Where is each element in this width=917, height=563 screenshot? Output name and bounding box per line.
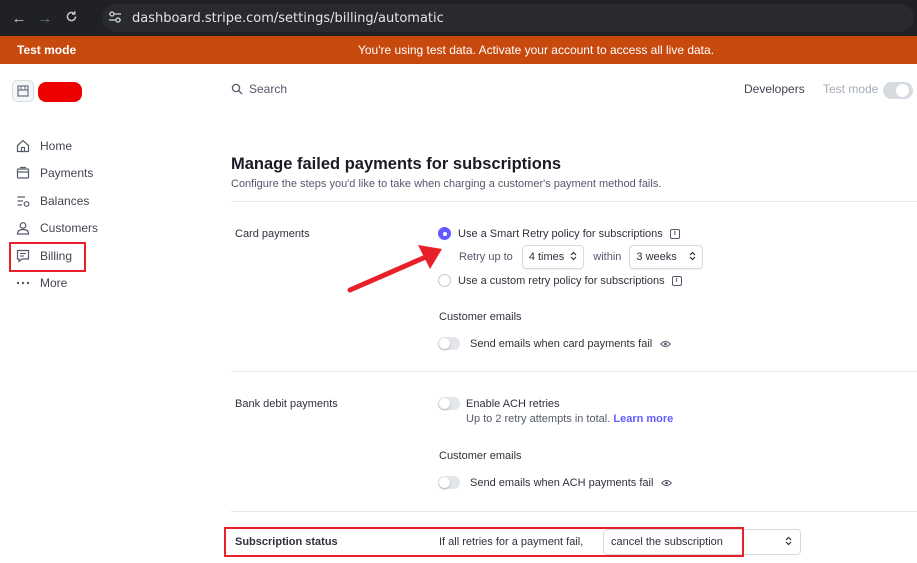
- account-name-redacted[interactable]: [38, 82, 82, 102]
- ach-emails-toggle[interactable]: [438, 476, 460, 489]
- card-emails-toggle-row[interactable]: Send emails when card payments fail: [438, 337, 672, 350]
- card-emails-toggle[interactable]: [438, 337, 460, 350]
- browser-toolbar: ← → dashboard.stripe.com/settings/billin…: [0, 0, 917, 36]
- chevron-glyph: [689, 251, 696, 261]
- info-icon[interactable]: i: [671, 275, 682, 286]
- custom-retry-option[interactable]: Use a custom retry policy for subscripti…: [438, 274, 682, 287]
- search-icon: [231, 83, 243, 95]
- sidebar-item-more[interactable]: More: [16, 273, 67, 293]
- sidebar-item-label: Payments: [40, 166, 94, 180]
- card-payments-label: Card payments: [235, 228, 310, 240]
- eye-icon[interactable]: [660, 340, 672, 348]
- store-glyph: [17, 85, 29, 97]
- info-icon[interactable]: i: [669, 228, 680, 239]
- test-mode-message: You're using test data. Activate your ac…: [357, 43, 715, 57]
- payments-icon: [16, 166, 30, 179]
- sidebar-item-label: Home: [40, 139, 73, 153]
- sidebar-item-label: More: [40, 276, 68, 290]
- more-dots-icon: [16, 281, 30, 285]
- sidebar-item-home[interactable]: Home: [16, 136, 72, 156]
- retry-times-value: 4 times: [528, 251, 565, 263]
- status-highlight-box: [224, 527, 744, 557]
- developers-link[interactable]: Developers: [744, 82, 805, 96]
- section-divider: [231, 371, 917, 372]
- card-customer-emails-label: Customer emails: [439, 311, 522, 323]
- sidebar: Home Payments Balances Customers Billing…: [0, 64, 200, 563]
- sidebar-item-label: Balances: [40, 194, 90, 208]
- card-emails-label: Send emails when card payments fail: [470, 337, 653, 350]
- chevron-up-down-icon: [785, 536, 792, 548]
- customers-icon: [16, 222, 30, 235]
- test-mode-toggle[interactable]: [883, 82, 913, 99]
- sidebar-item-balances[interactable]: Balances: [16, 191, 89, 211]
- section-divider: [231, 201, 917, 202]
- sidebar-item-payments[interactable]: Payments: [16, 163, 93, 183]
- smart-retry-option[interactable]: Use a Smart Retry policy for subscriptio…: [438, 227, 680, 240]
- bank-customer-emails-label: Customer emails: [439, 450, 522, 462]
- ach-retries-label: Enable ACH retries: [466, 397, 560, 410]
- retry-row: Retry up to 4 times within 3 weeks: [459, 245, 703, 269]
- retry-times-select[interactable]: 4 times: [521, 245, 585, 269]
- page-title: Manage failed payments for subscriptions: [231, 155, 562, 173]
- back-arrow-icon[interactable]: ←: [6, 10, 32, 27]
- tune-glyph: [109, 11, 121, 23]
- url-text[interactable]: dashboard.stripe.com/settings/billing/au…: [132, 11, 444, 26]
- page-subtitle: Configure the steps you'd like to take w…: [231, 178, 662, 190]
- chevron-up-down-icon: [570, 251, 577, 263]
- smart-retry-label: Use a Smart Retry policy for subscriptio…: [458, 227, 663, 240]
- bank-debit-label: Bank debit payments: [235, 398, 338, 410]
- retry-window-value: 3 weeks: [636, 251, 677, 263]
- site-settings-icon[interactable]: [108, 11, 124, 25]
- chevron-up-down-icon: [689, 251, 696, 263]
- ach-retries-toggle[interactable]: [438, 397, 460, 410]
- address-bar[interactable]: dashboard.stripe.com/settings/billing/au…: [102, 4, 914, 32]
- sidebar-item-customers[interactable]: Customers: [16, 218, 98, 238]
- home-icon: [16, 139, 30, 153]
- ach-helper-text: Up to 2 retry attempts in total. Learn m…: [466, 413, 673, 425]
- eye-icon[interactable]: [661, 479, 673, 487]
- ach-emails-toggle-row[interactable]: Send emails when ACH payments fail: [438, 476, 673, 489]
- account-store-icon[interactable]: [12, 80, 34, 102]
- billing-highlight-box: [9, 242, 86, 272]
- balances-icon: [17, 196, 30, 207]
- forward-arrow-icon[interactable]: →: [32, 10, 58, 27]
- sidebar-item-label: Customers: [40, 221, 99, 235]
- retry-up-to-label: Retry up to: [459, 251, 513, 263]
- chevron-glyph: [570, 251, 577, 261]
- retry-window-select[interactable]: 3 weeks: [629, 245, 703, 269]
- ach-retries-toggle-row[interactable]: Enable ACH retries: [438, 397, 560, 410]
- search-bar[interactable]: Search: [231, 82, 287, 96]
- custom-retry-label: Use a custom retry policy for subscripti…: [458, 274, 665, 287]
- search-placeholder: Search: [249, 82, 288, 96]
- reload-arrow-glyph: [66, 10, 76, 21]
- learn-more-link[interactable]: Learn more: [613, 413, 673, 425]
- test-mode-toggle-label: Test mode: [823, 82, 879, 96]
- chevron-glyph: [785, 536, 792, 546]
- within-label: within: [593, 251, 622, 263]
- section-divider: [231, 511, 917, 512]
- ach-helper-label: Up to 2 retry attempts in total.: [466, 413, 611, 425]
- test-mode-banner: Test mode You're using test data. Activa…: [0, 36, 917, 64]
- ach-emails-label: Send emails when ACH payments fail: [470, 476, 654, 489]
- annotation-arrow-icon: [347, 245, 442, 293]
- reload-icon[interactable]: [58, 10, 84, 27]
